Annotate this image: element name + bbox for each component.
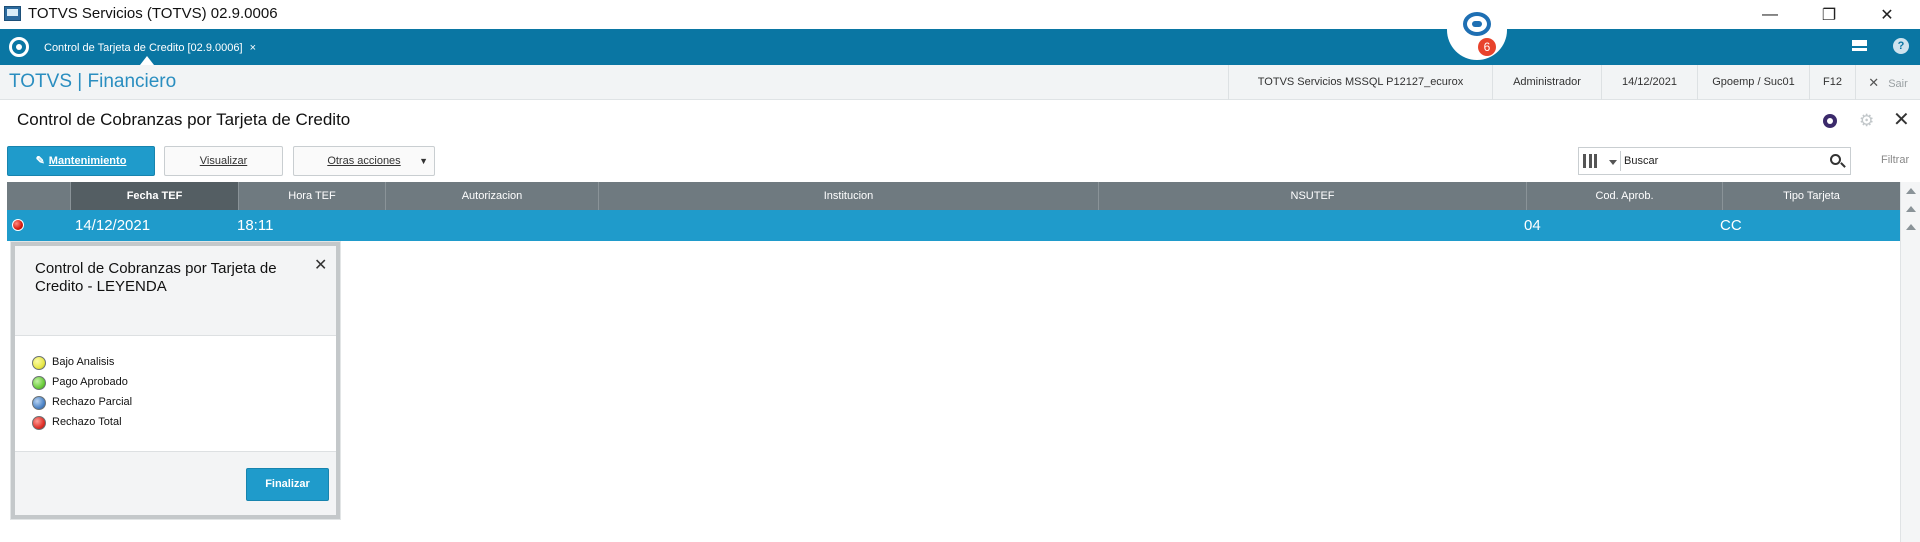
legend-footer: Finalizar (15, 451, 336, 515)
chat-notification-badge: 6 (1478, 38, 1496, 56)
grid-header: Fecha TEF Hora TEF Autorizacion Instituc… (7, 182, 1900, 210)
search-icon[interactable] (1830, 154, 1841, 165)
environment-info[interactable]: TOTVS Servicios MSSQL P12127_ecurox (1228, 65, 1492, 100)
exit-label: Sair (1888, 78, 1908, 90)
restore-button[interactable]: ❐ (1806, 2, 1852, 27)
mail-icon[interactable] (1852, 40, 1867, 51)
status-column-header[interactable] (7, 182, 71, 210)
legend-item-label: Rechazo Parcial (52, 396, 133, 408)
minimize-button[interactable]: — (1747, 2, 1793, 27)
search-divider (1620, 151, 1621, 171)
close-icon[interactable]: ✕ (314, 255, 327, 275)
tab-label: Control de Tarjeta de Credito [02.9.0006… (44, 42, 243, 54)
filtrar-link[interactable]: Filtrar (1881, 154, 1909, 166)
module-brand: TOTVS | Financiero (9, 71, 177, 92)
shortcut-f12[interactable]: F12 (1809, 65, 1855, 100)
tab-close-icon[interactable]: × (250, 42, 256, 54)
window-title: TOTVS Servicios (TOTVS) 02.9.0006 (28, 5, 278, 22)
column-header-nsutef[interactable]: NSUTEF (1099, 182, 1527, 210)
visualizar-label: Visualizar (199, 155, 248, 167)
grid-scrollbar[interactable] (1900, 182, 1920, 542)
column-header-autorizacion[interactable]: Autorizacion (386, 182, 599, 210)
gear-icon[interactable]: ⚙ (1859, 111, 1874, 131)
date-info[interactable]: 14/12/2021 (1601, 65, 1697, 100)
window-titlebar: TOTVS Servicios (TOTVS) 02.9.0006 — ❐ ✕ (0, 0, 1920, 29)
scroll-up-icon[interactable] (1906, 206, 1916, 212)
search-box (1578, 147, 1851, 175)
column-header-cod-aprob[interactable]: Cod. Aprob. (1527, 182, 1723, 210)
user-info[interactable]: Administrador (1492, 65, 1601, 100)
columns-caret-icon[interactable] (1609, 160, 1617, 165)
help-icon[interactable]: ? (1893, 38, 1909, 54)
home-icon[interactable] (9, 37, 29, 57)
red-dot-icon (32, 416, 46, 430)
green-dot-icon (32, 376, 46, 390)
table-row[interactable]: 14/12/2021 18:11 04 CC (7, 210, 1900, 241)
close-window-button[interactable]: ✕ (1864, 2, 1910, 27)
chat-widget[interactable]: 6 (1447, 0, 1507, 60)
legend-title: Control de Cobranzas por Tarjeta de Cred… (35, 260, 277, 295)
mantenimiento-button[interactable]: ✎ Mantenimiento (7, 146, 155, 176)
scroll-page-up-icon[interactable] (1906, 224, 1916, 230)
exit-icon: ✕ (1868, 75, 1880, 90)
status-red-icon[interactable] (12, 219, 24, 231)
visualizar-button[interactable]: Visualizar (164, 146, 283, 176)
column-header-fecha-tef[interactable]: Fecha TEF (71, 182, 239, 210)
legend-item-label: Pago Aprobado (52, 376, 128, 388)
otras-acciones-label: Otras acciones (327, 155, 401, 167)
assistant-icon[interactable] (1823, 114, 1837, 128)
scroll-top-icon[interactable] (1906, 188, 1916, 194)
chevron-down-icon: ▼ (419, 156, 428, 166)
exit-button[interactable]: ✕ Sair (1855, 65, 1920, 100)
column-header-hora-tef[interactable]: Hora TEF (239, 182, 386, 210)
legend-dialog: Control de Cobranzas por Tarjeta de Cred… (11, 242, 340, 519)
yellow-dot-icon (32, 356, 46, 370)
column-header-tipo-tarjeta[interactable]: Tipo Tarjeta (1723, 182, 1900, 210)
pencil-icon: ✎ (35, 155, 45, 167)
cell-cod-aprob: 04 (1524, 217, 1541, 234)
active-tab-indicator (140, 56, 154, 65)
mantenimiento-label: Mantenimiento (48, 155, 127, 167)
close-page-icon[interactable]: ✕ (1893, 107, 1910, 132)
page-title: Control de Cobranzas por Tarjeta de Cred… (17, 110, 351, 129)
tab-bar: Control de Tarjeta de Credito [02.9.0006… (0, 29, 1920, 65)
module-header: TOTVS | Financiero TOTVS Servicios MSSQL… (0, 65, 1920, 100)
chat-icon[interactable] (1463, 12, 1491, 36)
cell-hora-tef: 18:11 (237, 217, 274, 234)
legend-header: Control de Cobranzas por Tarjeta de Cred… (15, 246, 336, 336)
search-input[interactable] (1624, 152, 1814, 170)
cell-fecha-tef: 14/12/2021 (75, 217, 151, 234)
branch-info[interactable]: Gpoemp / Suc01 (1697, 65, 1809, 100)
finalizar-button[interactable]: Finalizar (246, 468, 329, 501)
cell-tipo-tarjeta: CC (1720, 217, 1742, 234)
column-header-institucion[interactable]: Institucion (599, 182, 1099, 210)
legend-item-label: Rechazo Total (52, 416, 122, 428)
otras-acciones-button[interactable]: Otras acciones ▼ (293, 146, 435, 176)
columns-icon[interactable] (1583, 154, 1597, 168)
legend-item-label: Bajo Analisis (52, 356, 115, 368)
app-icon (4, 6, 21, 21)
blue-dot-icon (32, 396, 46, 410)
